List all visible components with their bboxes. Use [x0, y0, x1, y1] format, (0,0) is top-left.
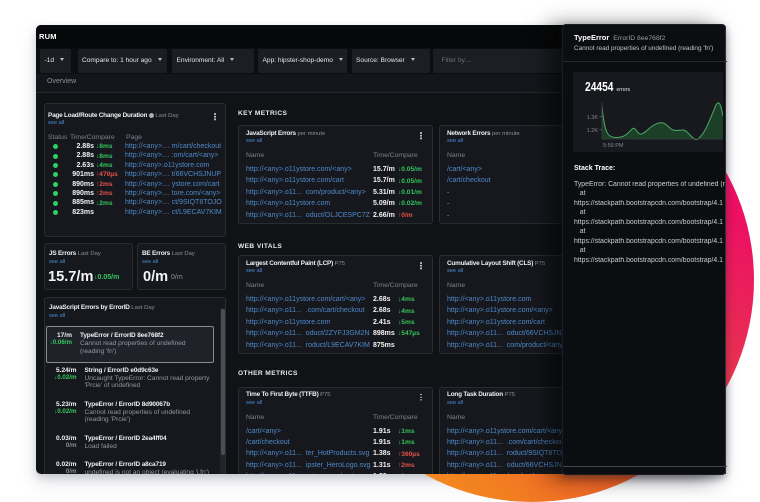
svg-text:1.3K: 1.3K — [587, 115, 599, 121]
svg-text:5:59 PM: 5:59 PM — [603, 143, 624, 149]
svg-text:1.2K: 1.2K — [587, 128, 599, 134]
